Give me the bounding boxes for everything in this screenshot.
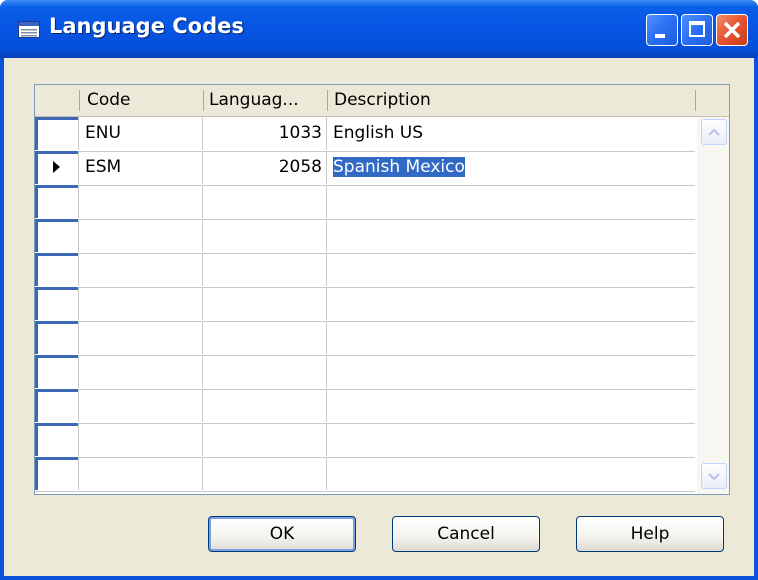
- cell-code[interactable]: [79, 457, 203, 490]
- cell-language-id[interactable]: [203, 253, 327, 286]
- ok-button[interactable]: OK: [208, 516, 356, 552]
- empty-table-row[interactable]: [35, 185, 695, 220]
- cell-description[interactable]: [327, 185, 695, 218]
- cell-description[interactable]: [327, 321, 695, 354]
- empty-table-row[interactable]: [35, 457, 695, 492]
- cell-code[interactable]: [79, 321, 203, 354]
- cell-language-id[interactable]: [203, 185, 327, 218]
- column-header-code[interactable]: Code: [87, 85, 197, 116]
- row-selector[interactable]: [35, 457, 79, 490]
- table-icon: [18, 21, 40, 38]
- cell-language-id[interactable]: [203, 355, 327, 388]
- column-header-language-id[interactable]: Languag...: [209, 85, 323, 116]
- cancel-button[interactable]: Cancel: [392, 516, 540, 552]
- minimize-button[interactable]: [646, 14, 678, 46]
- row-selector[interactable]: [35, 253, 79, 286]
- table-row[interactable]: ENU 1033 English US: [35, 117, 695, 152]
- cell-code[interactable]: ENU: [79, 117, 203, 150]
- table-row[interactable]: ESM 2058 Spanish Mexico: [35, 151, 695, 186]
- cell-language-id[interactable]: [203, 287, 327, 320]
- cell-description[interactable]: [327, 287, 695, 320]
- cell-language-id[interactable]: 1033: [203, 117, 327, 150]
- cell-description[interactable]: [327, 219, 695, 252]
- row-selector[interactable]: [35, 423, 79, 456]
- dialog-client-area: Code Languag... Description ENU 1033 Engli…: [4, 58, 754, 576]
- row-selector[interactable]: [35, 219, 79, 252]
- row-selector[interactable]: [35, 151, 79, 184]
- row-selector[interactable]: [35, 355, 79, 388]
- minimize-icon: [655, 34, 665, 38]
- empty-table-row[interactable]: [35, 287, 695, 322]
- cell-description[interactable]: Spanish Mexico: [327, 151, 695, 184]
- cell-code[interactable]: ESM: [79, 151, 203, 184]
- cell-description[interactable]: [327, 253, 695, 286]
- empty-table-row[interactable]: [35, 253, 695, 288]
- scroll-up-button[interactable]: [701, 119, 727, 145]
- empty-table-row[interactable]: [35, 219, 695, 254]
- title-bar[interactable]: Language Codes: [0, 0, 758, 58]
- cell-description[interactable]: [327, 423, 695, 456]
- row-selector[interactable]: [35, 321, 79, 354]
- language-codes-grid[interactable]: Code Languag... Description ENU 1033 Engli…: [34, 84, 730, 495]
- cell-description-text: Spanish Mexico: [333, 157, 465, 177]
- cell-code[interactable]: [79, 423, 203, 456]
- grid-header: Code Languag... Description: [35, 85, 729, 117]
- cell-language-id[interactable]: [203, 219, 327, 252]
- maximize-button[interactable]: [681, 14, 713, 46]
- row-selector[interactable]: [35, 287, 79, 320]
- row-selector[interactable]: [35, 389, 79, 422]
- chevron-up-icon: [708, 128, 720, 136]
- help-button[interactable]: Help: [576, 516, 724, 552]
- close-button[interactable]: [716, 14, 748, 46]
- close-icon: [723, 21, 741, 39]
- cell-code[interactable]: [79, 219, 203, 252]
- empty-table-row[interactable]: [35, 389, 695, 424]
- vertical-scrollbar[interactable]: [697, 117, 729, 494]
- cell-language-id[interactable]: 2058: [203, 151, 327, 184]
- column-header-description[interactable]: Description: [334, 85, 634, 116]
- row-selector[interactable]: [35, 117, 79, 150]
- cell-code[interactable]: [79, 355, 203, 388]
- cell-language-id[interactable]: [203, 389, 327, 422]
- cell-language-id[interactable]: [203, 321, 327, 354]
- cell-language-id[interactable]: [203, 423, 327, 456]
- cell-code[interactable]: [79, 253, 203, 286]
- language-codes-window: Language Codes Code Languag... Descripti…: [0, 0, 758, 580]
- cell-code[interactable]: [79, 185, 203, 218]
- scroll-down-button[interactable]: [701, 463, 727, 489]
- cell-code[interactable]: [79, 389, 203, 422]
- cell-description[interactable]: [327, 389, 695, 422]
- row-selector[interactable]: [35, 185, 79, 218]
- maximize-icon: [689, 21, 705, 37]
- cell-description-text: English US: [333, 123, 424, 143]
- empty-table-row[interactable]: [35, 355, 695, 390]
- cell-language-id[interactable]: [203, 457, 327, 490]
- cell-code[interactable]: [79, 287, 203, 320]
- current-row-arrow-icon: [53, 161, 60, 173]
- empty-table-row[interactable]: [35, 321, 695, 356]
- cell-description[interactable]: [327, 457, 695, 490]
- cell-description[interactable]: English US: [327, 117, 695, 150]
- empty-table-row[interactable]: [35, 423, 695, 458]
- window-title: Language Codes: [49, 14, 244, 38]
- chevron-down-icon: [708, 473, 720, 481]
- cell-description[interactable]: [327, 355, 695, 388]
